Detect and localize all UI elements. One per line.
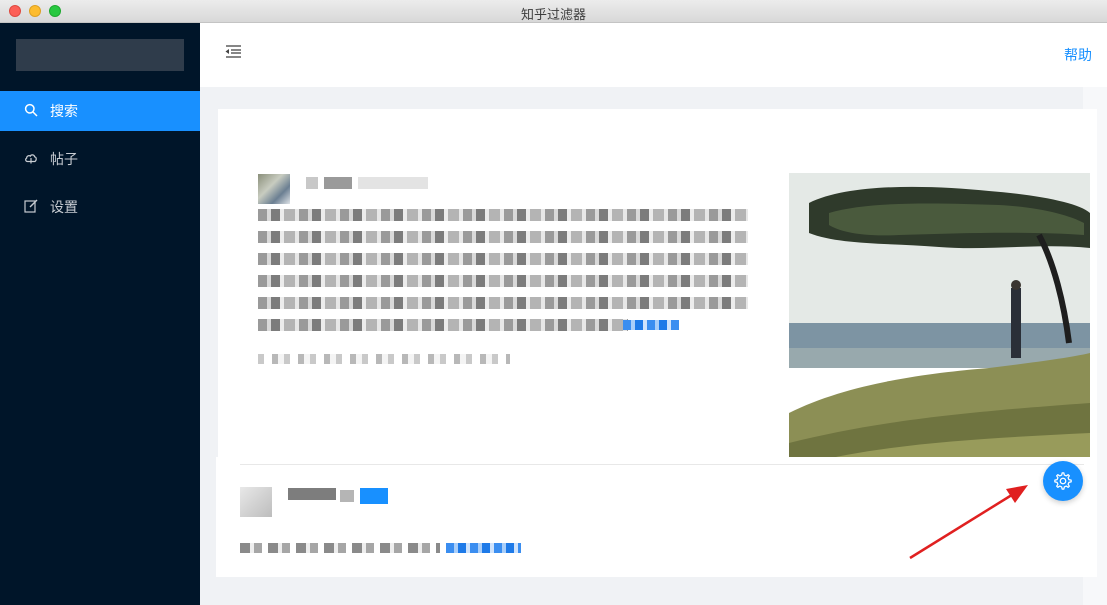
post-text-redacted bbox=[258, 209, 748, 221]
sidebar-item-settings[interactable]: 设置 bbox=[0, 187, 200, 227]
author-avatar bbox=[240, 487, 272, 517]
read-more-link[interactable] bbox=[446, 543, 521, 553]
author-avatar bbox=[258, 174, 290, 204]
author-headline-redacted bbox=[358, 177, 428, 189]
window-titlebar: 知乎过滤器 bbox=[0, 0, 1107, 23]
post-text-redacted bbox=[258, 275, 748, 287]
post-text-redacted bbox=[258, 297, 748, 309]
sidebar: 搜索 帖子 设置 bbox=[0, 23, 200, 605]
verified-badge bbox=[360, 488, 388, 504]
post-card[interactable] bbox=[218, 109, 1097, 478]
post-meta-redacted bbox=[258, 354, 510, 364]
sidebar-item-label: 搜索 bbox=[50, 104, 78, 120]
post-card[interactable] bbox=[216, 457, 1097, 577]
top-header: 帮助 bbox=[200, 23, 1107, 87]
help-link[interactable]: 帮助 bbox=[1064, 45, 1092, 65]
card-divider bbox=[240, 464, 1084, 465]
cloud-icon bbox=[24, 151, 40, 167]
author-name-redacted bbox=[288, 488, 336, 500]
post-text-redacted bbox=[258, 319, 628, 331]
post-thumbnail[interactable] bbox=[789, 173, 1090, 478]
menu-fold-icon[interactable] bbox=[224, 43, 242, 59]
post-text-redacted bbox=[258, 231, 748, 243]
floating-settings-button[interactable] bbox=[1043, 461, 1083, 501]
search-icon bbox=[24, 103, 40, 119]
sidebar-item-posts[interactable]: 帖子 bbox=[0, 139, 200, 179]
sidebar-item-search[interactable]: 搜索 bbox=[0, 91, 200, 131]
author-name-redacted bbox=[324, 177, 352, 189]
read-more-link[interactable] bbox=[623, 320, 679, 330]
gear-icon bbox=[1053, 471, 1073, 491]
main-content bbox=[200, 87, 1107, 605]
sidebar-item-label: 帖子 bbox=[50, 152, 78, 168]
author-name-redacted bbox=[340, 490, 354, 502]
sidebar-item-label: 设置 bbox=[50, 200, 78, 216]
window-title: 知乎过滤器 bbox=[520, 8, 586, 23]
author-name-redacted bbox=[306, 177, 318, 189]
logo bbox=[16, 39, 184, 71]
post-meta-redacted bbox=[240, 543, 440, 553]
post-text-redacted bbox=[258, 253, 748, 265]
edit-icon bbox=[24, 199, 40, 215]
